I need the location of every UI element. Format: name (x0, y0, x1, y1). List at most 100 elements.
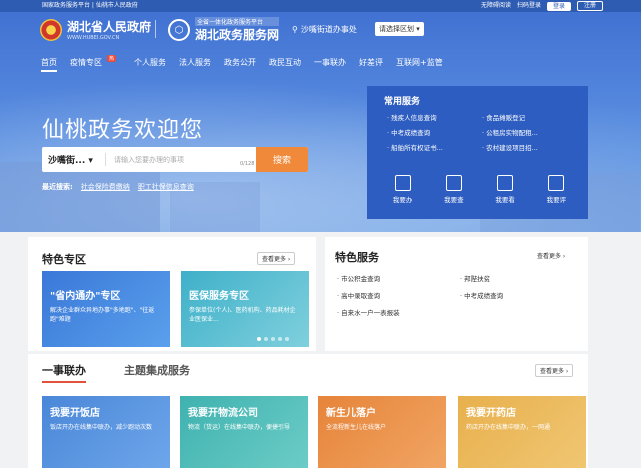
platform-title: 湖北政务服务网 (195, 28, 280, 42)
welcome-title: 仙桃政务欢迎您 (42, 118, 204, 143)
gov-subtitle: WWW.HUBEI.GOV.CN (67, 35, 120, 41)
national-emblem-icon (40, 18, 62, 41)
banner-desc: 参保单位(个人)、医药机构、药品耗材企业医保业... (189, 307, 296, 323)
scan-login-link[interactable]: 扫码登录 (517, 0, 541, 12)
region-select-label: 请选择区划 (379, 25, 414, 33)
nav-epidemic-label: 疫情专区 (70, 58, 102, 67)
hero-banner: 国家政务服务平台 | 仙桃市人民政府 无障碍阅读 扫码登录 登录 注册 湖北省人… (0, 0, 641, 232)
service-link[interactable]: · 船舶所有权证书... (387, 142, 482, 152)
tile-title: 我要开药店 (466, 408, 516, 419)
feature-zone-card: 特色专区 查看更多 › "省内通办"专区 解决企业群众异地办事"多地跑"、"往返… (28, 237, 316, 351)
medical-insurance-banner[interactable]: 医保服务专区 参保单位(个人)、医药机构、药品耗材企业医保业... (181, 271, 309, 347)
chevron-down-icon: ▾ (416, 25, 420, 33)
rate-icon (548, 175, 565, 191)
tile-pharmacy[interactable]: 我要开药店 药店开办在线集中联办，一网通 (458, 396, 586, 468)
tile-newborn[interactable]: 新生儿落户 全流程新生儿在线落户 (318, 396, 446, 468)
tile-title: 新生儿落户 (326, 408, 376, 419)
top-bar-right: 无障碍阅读 扫码登录 登录 注册 (481, 0, 603, 12)
building-shape (0, 162, 160, 232)
tab-joint[interactable]: 一事联办 (42, 362, 86, 383)
service-link[interactable]: · 残疾人信息查询 (387, 112, 482, 122)
special-services-list: · 市公积金查询 · 邦陛扶贫 · 高中录取查询 · 中考成绩查询 · 自来水一… (337, 273, 577, 317)
shortcut-handle[interactable]: 我要办 (392, 175, 413, 204)
search-scope-label: 沙嘴街... (48, 156, 86, 166)
joint-tabs: 一事联办 主题集成服务 (42, 362, 190, 383)
handle-icon (394, 175, 411, 191)
top-bar-links[interactable]: 国家政务服务平台 | 仙桃市人民政府 (42, 0, 138, 12)
shortcut-label: 我要办 (392, 196, 413, 204)
special-link[interactable]: · 邦陛扶贫 (460, 273, 570, 283)
joint-services-card: 一事联办 主题集成服务 查看更多 › 我要开饭店 饭店开办在线集中联办，减少跑动… (28, 354, 588, 468)
tile-desc: 药店开办在线集中联办，一网通 (466, 424, 551, 431)
platform-small-title: 全省一体化政务服务平台 (195, 17, 280, 26)
nav-home[interactable]: 首页 (41, 57, 57, 72)
tile-logistics[interactable]: 我要开物流公司 物流（货运）在线集中联办，便捷引导 (180, 396, 308, 468)
search-button[interactable]: 搜索 (256, 147, 308, 172)
gov-title: 湖北省人民政府 (67, 20, 152, 34)
nav-epidemic[interactable]: 疫情专区热 (70, 55, 116, 72)
service-link[interactable]: · 公租房实物配租... (482, 127, 577, 137)
shortcut-view[interactable]: 我要看 (495, 175, 515, 204)
feature-zone-title: 特色专区 (42, 253, 86, 266)
recent-item[interactable]: 社会保险费缴纳 (81, 182, 130, 192)
carousel-dots[interactable] (257, 337, 289, 341)
special-more-button[interactable]: 查看更多 › (533, 250, 570, 261)
region-select[interactable]: 请选择区划 ▾ (375, 22, 424, 36)
special-link[interactable]: · 高中录取查询 (337, 290, 460, 300)
banner-title: 医保服务专区 (189, 291, 249, 302)
tile-desc: 饭店开办在线集中联办，减少跑动次数 (50, 424, 153, 431)
service-link[interactable]: · 中考成绩查询 (387, 127, 482, 137)
hot-badge: 热 (106, 55, 116, 62)
special-link[interactable]: · 市公积金查询 (337, 273, 460, 283)
nav-personal[interactable]: 个人服务 (134, 57, 166, 72)
hubei-gov-logo[interactable]: 湖北省人民政府 WWW.HUBEI.GOV.CN (40, 18, 151, 41)
banner-desc: 解决企业群众异地办事"多地跑"、"往返跑"难题 (50, 307, 155, 323)
platform-badge-icon: ⬡ (168, 19, 190, 41)
search-scope-select[interactable]: 沙嘴街... ▾ (42, 153, 106, 166)
recent-label: 最近搜索: (42, 183, 73, 191)
service-link[interactable]: · 农村建设项目招... (482, 142, 577, 152)
tab-theme[interactable]: 主题集成服务 (124, 362, 190, 383)
special-link[interactable]: · 中考成绩查询 (460, 290, 570, 300)
tile-title: 我要开饭店 (50, 408, 100, 419)
tile-desc: 全流程新生儿在线落户 (326, 424, 387, 431)
recent-item[interactable]: 职工社保信息查询 (138, 182, 194, 192)
nav-joint[interactable]: 一事联办 (314, 57, 346, 72)
search-bar: 沙嘴街... ▾ 请输入您要办理的事项 0/128 搜索 (42, 147, 308, 172)
tile-restaurant[interactable]: 我要开饭店 饭店开办在线集中联办，减少跑动次数 (42, 396, 170, 468)
shortcut-label: 我要查 (444, 196, 464, 204)
nav-public[interactable]: 政务公开 (224, 57, 256, 72)
accessibility-link[interactable]: 无障碍阅读 (481, 0, 511, 12)
service-shortcuts: 我要办 我要查 我要看 我要评 (377, 175, 582, 204)
common-services-title: 常用服务 (384, 97, 421, 107)
top-bar: 国家政务服务平台 | 仙桃市人民政府 无障碍阅读 扫码登录 登录 注册 (0, 0, 641, 12)
shortcut-rate[interactable]: 我要评 (546, 175, 567, 204)
login-button[interactable]: 登录 (546, 1, 571, 11)
common-services-list: · 残疾人信息查询 · 食品摊贩登记 · 中考成绩查询 · 公租房实物配租...… (387, 112, 587, 152)
tile-title: 我要开物流公司 (188, 408, 258, 419)
common-services-panel: 常用服务 · 残疾人信息查询 · 食品摊贩登记 · 中考成绩查询 · 公租房实物… (367, 86, 588, 219)
nav-review[interactable]: 好差评 (359, 57, 383, 72)
nav-supervision[interactable]: 互联网+监管 (396, 57, 443, 72)
joint-more-button[interactable]: 查看更多 › (535, 364, 574, 377)
cross-region-banner[interactable]: "省内通办"专区 解决企业群众异地办事"多地跑"、"往返跑"难题 (42, 271, 170, 347)
register-button[interactable]: 注册 (576, 1, 603, 11)
platform-logo[interactable]: ⬡ 全省一体化政务服务平台 湖北政务服务网 (168, 17, 280, 43)
location-label: 沙嘴街道办事处 (300, 25, 357, 34)
location: ⚲ 沙嘴街道办事处 (292, 24, 357, 35)
shortcut-label: 我要看 (495, 196, 515, 204)
view-icon (497, 175, 514, 191)
banner-title: "省内通办"专区 (50, 291, 121, 302)
tile-desc: 物流（货运）在线集中联办，便捷引导 (188, 424, 291, 431)
divider (155, 20, 156, 38)
nav-interact[interactable]: 政民互动 (269, 57, 301, 72)
nav-legal[interactable]: 法人服务 (179, 57, 211, 72)
feature-more-button[interactable]: 查看更多 › (257, 252, 296, 265)
special-link[interactable]: · 自来水一户一表报装 (337, 307, 460, 317)
main-nav: 首页 疫情专区热 个人服务 法人服务 政务公开 政民互动 一事联办 好差评 互联… (41, 55, 456, 72)
special-services-title: 特色服务 (335, 251, 379, 264)
shortcut-query[interactable]: 我要查 (444, 175, 464, 204)
shortcut-label: 我要评 (546, 196, 567, 204)
page: 国家政务服务平台 | 仙桃市人民政府 无障碍阅读 扫码登录 登录 注册 湖北省人… (0, 0, 641, 468)
service-link[interactable]: · 食品摊贩登记 (482, 112, 577, 122)
